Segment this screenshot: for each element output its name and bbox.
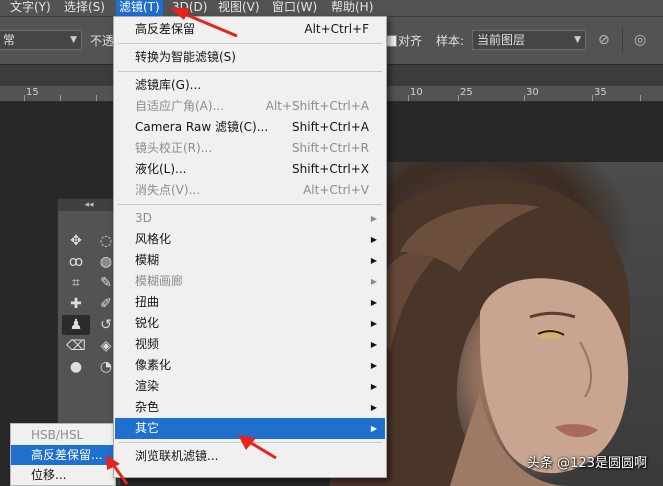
annotation-arrows <box>106 8 277 485</box>
arrow-annotation-3 <box>106 455 129 485</box>
watermark-text: 头条 @123是圆圆啊 <box>527 456 647 471</box>
arrow-annotation-2 <box>238 435 277 460</box>
arrow-annotation-1 <box>170 8 238 38</box>
